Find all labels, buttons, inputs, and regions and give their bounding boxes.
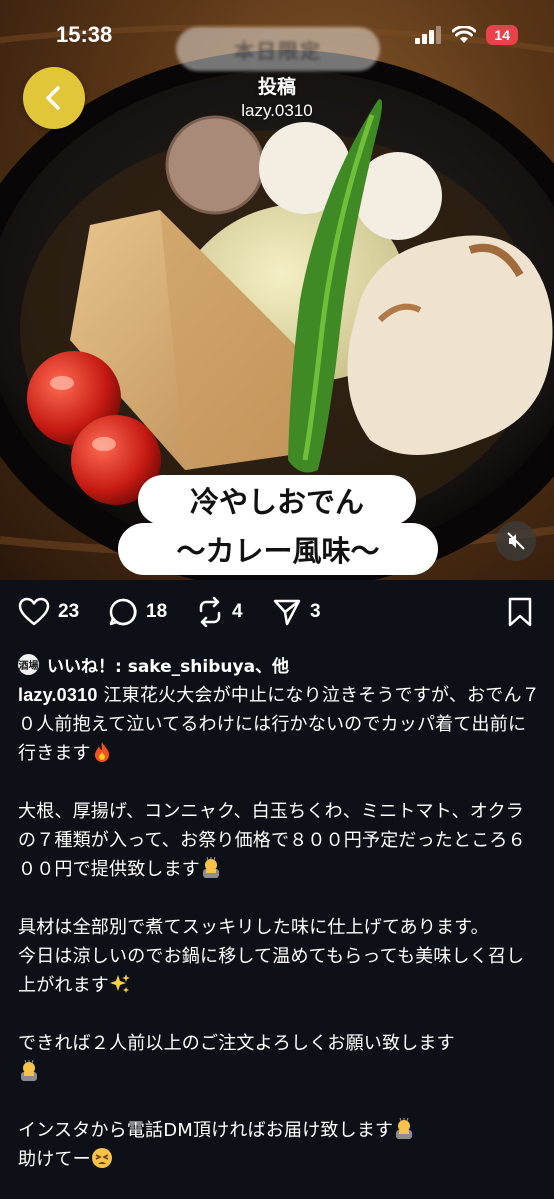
post-paragraph-2: 大根、厚揚げ、コンニャク、白玉ちくわ、ミニトマト、オクラの７種類が入って、お祭り… bbox=[18, 801, 526, 880]
battery-level: 14 bbox=[486, 25, 518, 45]
post-paragraph-5: インスタから電話DM頂ければお届け致します bbox=[18, 1120, 394, 1141]
liked-by-row[interactable]: 酒場 いいね！: sake_shibuya、他 bbox=[18, 652, 289, 677]
liked-by-text: いいね！: sake_shibuya、他 bbox=[47, 657, 290, 677]
sparkles-emoji bbox=[110, 974, 130, 993]
liker-avatar: 酒場 bbox=[18, 654, 39, 675]
bowing-emoji bbox=[396, 1118, 413, 1139]
bookmark-button[interactable] bbox=[506, 592, 534, 632]
heart-icon bbox=[18, 597, 50, 626]
post-photo[interactable]: 15:38 14 本日限定 投稿 lazy.0310 〜カレー風味〜 冷やしおで… bbox=[0, 0, 554, 580]
like-count: 23 bbox=[58, 601, 80, 622]
post-paragraph-6: 助けてー bbox=[18, 1149, 91, 1170]
comment-count: 18 bbox=[146, 601, 168, 622]
bowing-emoji bbox=[21, 1060, 37, 1081]
promo-pill: 本日限定 bbox=[176, 27, 380, 71]
mute-button[interactable] bbox=[496, 521, 536, 561]
header-username[interactable]: lazy.0310 bbox=[0, 101, 554, 121]
comment-icon bbox=[109, 598, 137, 626]
like-button[interactable]: 23 bbox=[18, 592, 79, 632]
status-icons: 14 bbox=[414, 25, 518, 45]
post-paragraph-4: できれば２人前以上のご注文よろしくお願い致します bbox=[18, 1033, 455, 1054]
caption-line-1: 冷やしおでん bbox=[138, 475, 416, 525]
cellular-signal-icon bbox=[415, 26, 442, 44]
repost-icon bbox=[199, 597, 221, 627]
comment-button[interactable]: 18 bbox=[108, 592, 167, 632]
post-username[interactable]: lazy.0310 bbox=[18, 685, 98, 705]
action-bar: 23 18 4 3 bbox=[0, 592, 554, 632]
tired-emoji bbox=[91, 1148, 112, 1168]
bowing-emoji bbox=[203, 857, 219, 878]
wifi-icon bbox=[452, 26, 477, 43]
share-icon bbox=[273, 599, 301, 626]
post-body: lazy.0310 江東花火大会が中止になり泣きそうですが、おでん７０人前抱えて… bbox=[18, 681, 540, 1174]
status-time: 15:38 bbox=[56, 22, 113, 47]
share-button[interactable]: 3 bbox=[272, 592, 321, 632]
mute-icon bbox=[507, 532, 525, 550]
post-paragraph-3: 具材は全部別で煮てスッキリした味に仕上げてあります。 今日は涼しいのでお鍋に移し… bbox=[18, 917, 525, 996]
share-count: 3 bbox=[310, 601, 321, 622]
caption-line-2: 〜カレー風味〜 bbox=[118, 523, 438, 575]
repost-count: 4 bbox=[232, 601, 243, 622]
fire-emoji bbox=[94, 742, 109, 762]
photo-caption: 〜カレー風味〜 冷やしおでん bbox=[118, 475, 438, 575]
page-title: 投稿 bbox=[257, 76, 296, 98]
bookmark-icon bbox=[508, 597, 532, 627]
repost-button[interactable]: 4 bbox=[196, 592, 243, 632]
